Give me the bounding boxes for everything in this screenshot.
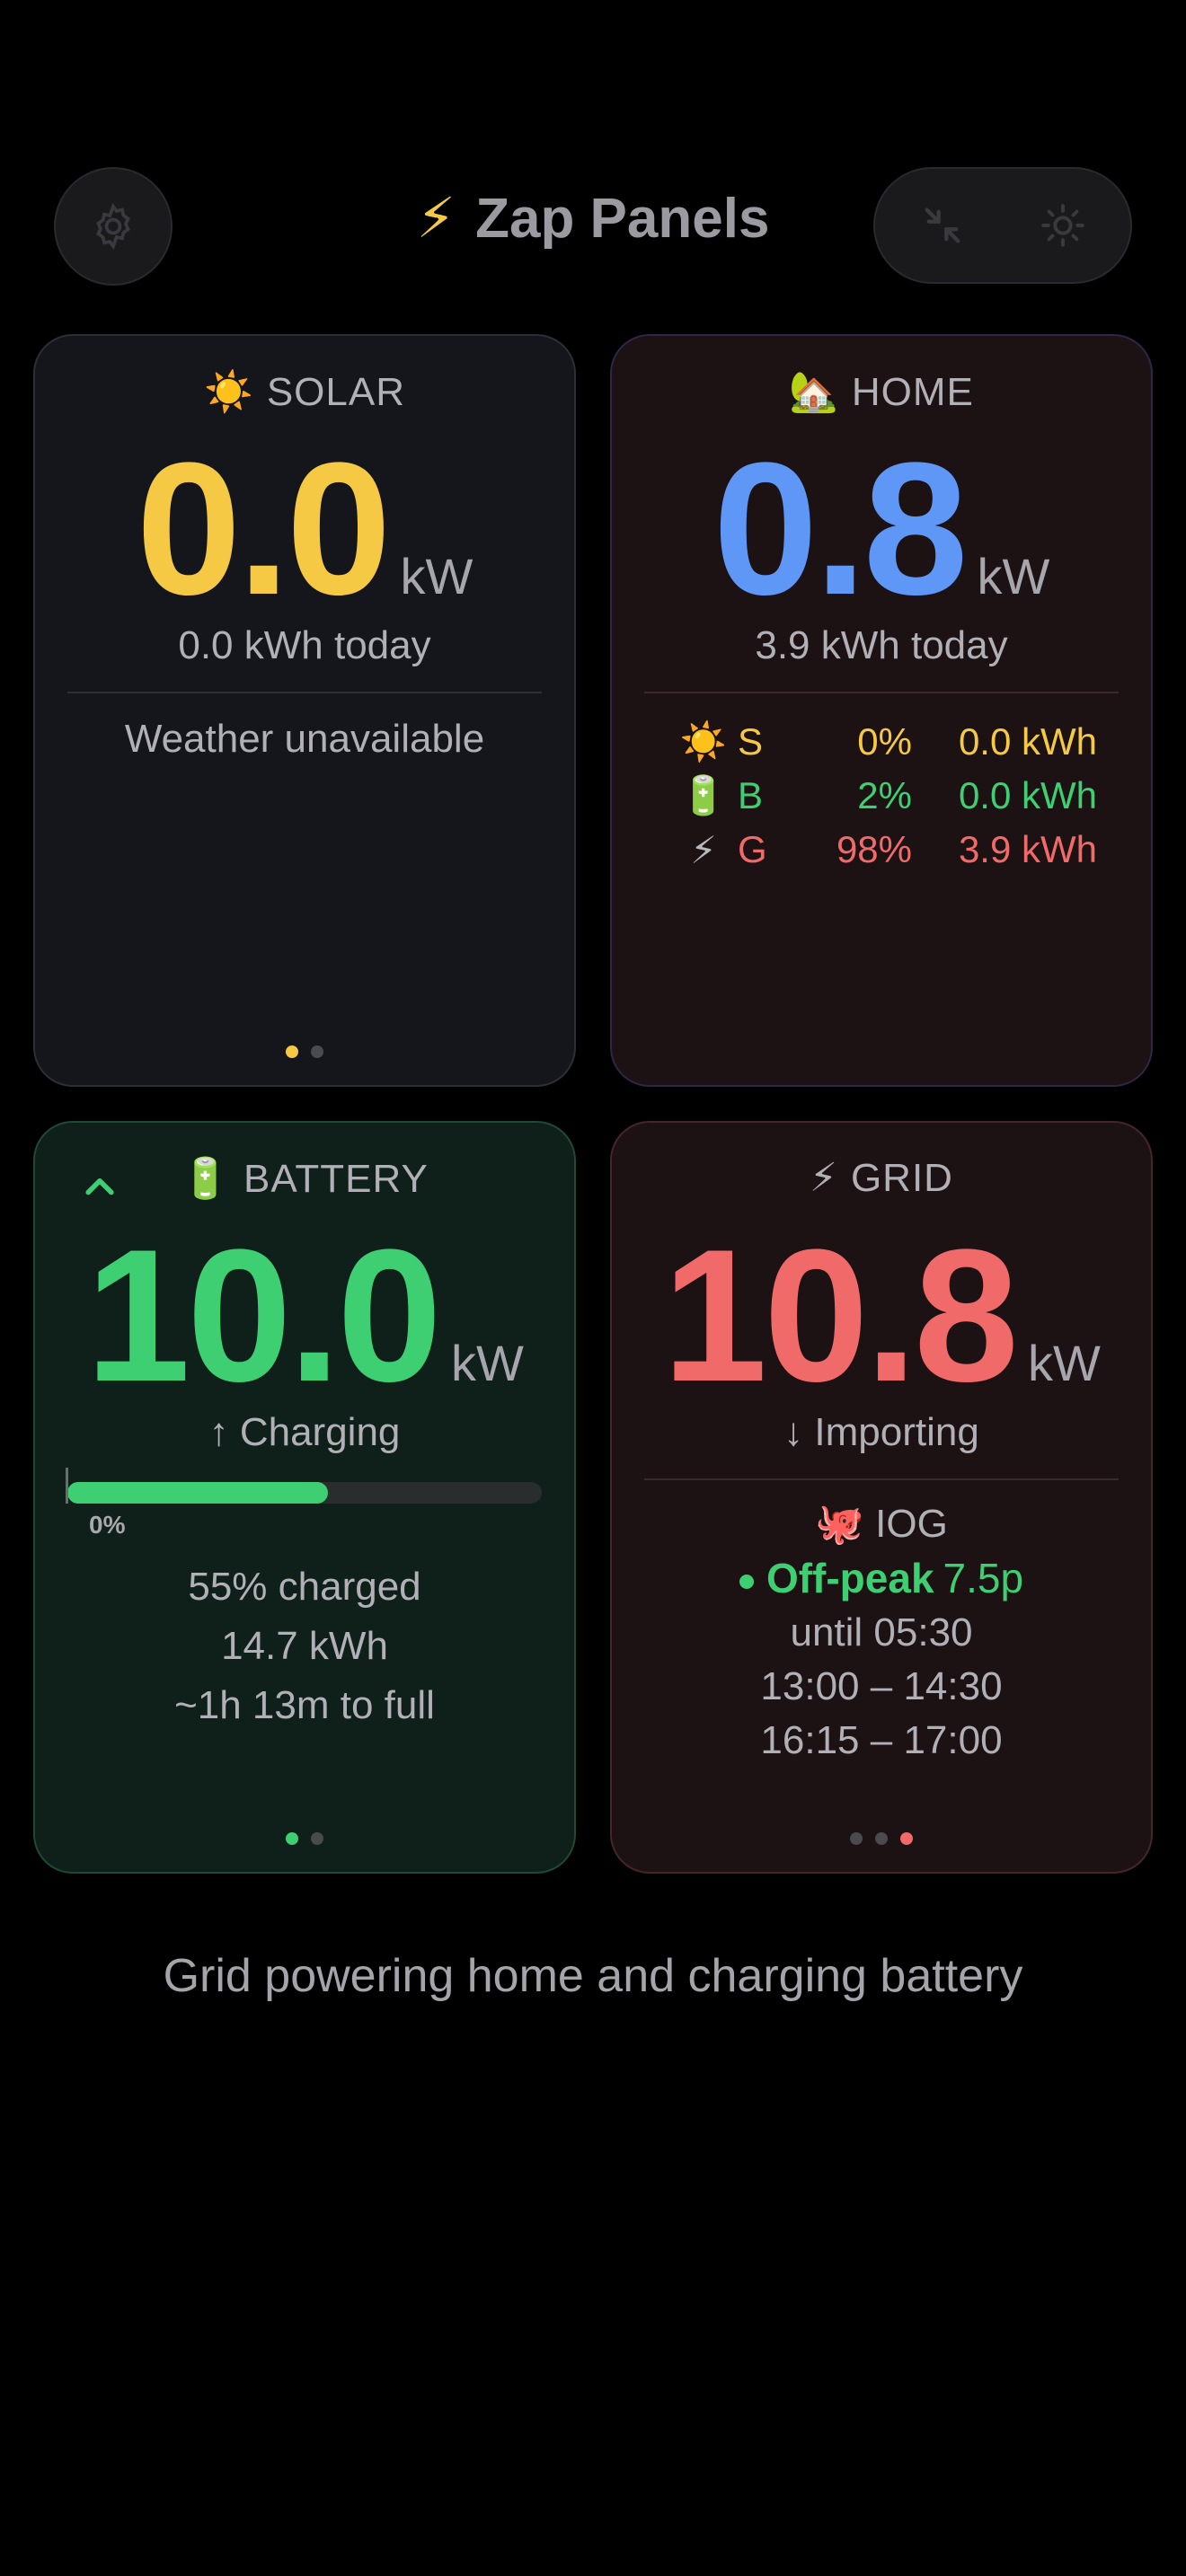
tariff-name: 🐙 IOG [612,1500,1151,1547]
battery-time-to-full: ~1h 13m to full [174,1683,435,1727]
page-indicator[interactable] [35,1045,574,1058]
octopus-icon: 🐙 [815,1502,864,1546]
mix-row-grid: ⚡ G 98% 3.9 kWh [675,823,1097,877]
sun-icon [1041,204,1084,247]
tariff-until: until 05:30 [790,1610,973,1654]
page-dot[interactable] [875,1832,888,1845]
mix-energy: 0.0 kWh [958,720,1097,763]
tariff-name-text: IOG [875,1502,948,1546]
home-power-value: 0.8 [712,423,969,634]
grid-power-unit: kW [1027,1335,1101,1391]
mix-percent: 2% [857,774,912,816]
solar-label: ☀️ SOLAR [35,368,574,415]
home-power-unit: kW [977,548,1050,604]
page-indicator[interactable] [612,1832,1151,1845]
charge-bar-start-label: 0% [89,1511,126,1539]
live-dot-icon [739,1574,754,1589]
mix-code: B [738,774,764,816]
bolt-icon: ⚡ [690,828,717,871]
page-dot-active[interactable] [286,1045,298,1058]
solar-power-value: 0.0 [136,423,392,634]
header: ⚡ Zap Panels [0,0,1186,305]
grid-power: 10.8 kW [612,1222,1151,1410]
mix-energy: 0.0 kWh [958,774,1097,816]
grid-card[interactable]: ⚡ GRID 10.8 kW ↓ Importing 🐙 IOG Off-peak 7… [610,1121,1153,1874]
grid-status: ↓ Importing [783,1410,979,1454]
mix-row-solar: ☀️ S 0% 0.0 kWh [675,715,1097,769]
home-power: 0.8 kW [612,435,1151,623]
battery-charged: 55% charged [188,1565,421,1609]
charge-bar-fill [67,1482,329,1504]
battery-details: 55% charged 14.7 kWh ~1h 13m to full [35,1557,574,1735]
battery-card[interactable]: 🔋 BATTERY 10.0 kW ↑ Charging 0% 55% charge… [33,1121,576,1874]
tariff-period: Off-peak [766,1555,934,1601]
mix-energy: 3.9 kWh [958,828,1097,870]
battery-label: 🔋 BATTERY [35,1155,574,1202]
theme-button[interactable] [1031,194,1094,257]
app-title-text: Zap Panels [475,188,770,250]
page-dot-active[interactable] [286,1832,298,1845]
home-label: 🏡 HOME [612,368,1151,415]
page-indicator[interactable] [35,1832,574,1845]
solar-power: 0.0 kW [35,435,574,623]
flow-summary: Grid powering home and charging battery [163,1950,1023,2002]
grid-label: ⚡ GRID [612,1155,1151,1201]
tariff-info: 🐙 IOG Off-peak 7.5p until 05:30 13:00 – 1… [612,1500,1151,1768]
tariff-slot: 16:15 – 17:00 [760,1718,1003,1762]
page-dot-active[interactable] [900,1832,913,1845]
divider [644,1478,1119,1480]
mix-percent: 98% [836,828,912,870]
home-label-text: HOME [851,370,974,414]
source-mix: ☀️ S 0% 0.0 kWh 🔋 B 2% 0.0 kWh ⚡ G 98% 3… [675,715,1097,877]
mix-code: G [738,828,767,870]
charge-bar-start-tick [66,1468,68,1504]
battery-status: ↑ Charging [208,1410,401,1454]
home-today: 3.9 kWh today [755,623,1008,667]
tariff-price: 7.5p [943,1555,1024,1601]
battery-icon: 🔋 [181,1157,231,1201]
solar-power-unit: kW [400,548,474,604]
grid-power-value: 10.8 [662,1210,1019,1421]
collapse-button[interactable] [911,194,974,257]
tariff-slot: 13:00 – 14:30 [760,1664,1003,1708]
battery-energy: 14.7 kWh [221,1624,388,1668]
solar-card[interactable]: ☀️ SOLAR 0.0 kW 0.0 kWh today Weather unav… [33,334,576,1087]
divider [644,692,1119,693]
page-dot[interactable] [850,1832,863,1845]
tariff-rate: Off-peak 7.5p [612,1554,1151,1602]
sun-icon: ☀️ [204,370,254,414]
divider [67,692,542,693]
sun-icon: ☀️ [679,719,728,763]
solar-label-text: SOLAR [266,370,405,414]
page-dot[interactable] [311,1832,323,1845]
arrows-collapse-icon [925,207,960,243]
page-dot[interactable] [311,1045,323,1058]
bolt-icon: ⚡ [416,188,456,250]
battery-label-text: BATTERY [243,1157,429,1201]
home-card[interactable]: 🏡 HOME 0.8 kW 3.9 kWh today ☀️ S 0% 0.0 kW… [610,334,1153,1087]
mix-row-battery: 🔋 B 2% 0.0 kWh [675,769,1097,823]
grid-label-text: GRID [850,1156,953,1200]
charge-bar [67,1482,542,1504]
weather-status: Weather unavailable [124,717,485,761]
battery-power-unit: kW [450,1335,524,1391]
solar-today: 0.0 kWh today [178,623,431,667]
battery-power: 10.0 kW [35,1222,574,1410]
view-controls [873,167,1132,284]
house-icon: 🏡 [789,370,839,414]
battery-icon: 🔋 [679,773,728,816]
mix-percent: 0% [857,720,912,763]
bolt-icon: ⚡ [810,1156,838,1200]
mix-code: S [738,720,764,763]
battery-power-value: 10.0 [85,1210,442,1421]
